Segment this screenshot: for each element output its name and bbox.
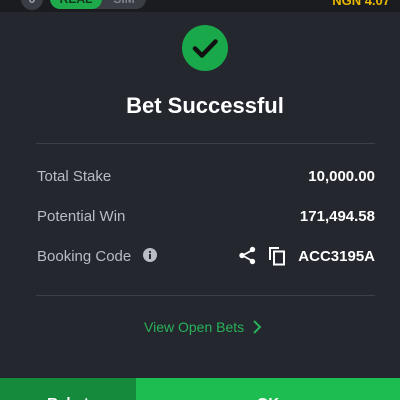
chevron-right-icon xyxy=(253,320,262,334)
bottom-divider xyxy=(36,295,375,296)
rebet-button[interactable]: Rebet xyxy=(0,378,136,400)
mode-real-option[interactable]: REAL xyxy=(50,0,102,9)
share-icon[interactable] xyxy=(238,246,257,265)
booking-code-value[interactable]: ACC3195A xyxy=(298,248,375,265)
mode-sim-option[interactable]: SIM xyxy=(102,0,146,9)
bet-count-badge[interactable]: 0 xyxy=(21,0,43,10)
view-open-bets-link[interactable]: View Open Bets xyxy=(144,319,264,335)
booking-code-label: Booking Code xyxy=(37,248,132,265)
dialog-title: Bet Successful xyxy=(126,93,284,118)
account-balance[interactable]: NGN 4.07 xyxy=(332,0,390,8)
ok-button[interactable]: OK xyxy=(136,378,400,400)
top-bar: 0 REAL SIM NGN 4.07 xyxy=(0,0,400,12)
info-icon[interactable] xyxy=(143,248,157,262)
copy-icon[interactable] xyxy=(268,246,286,266)
total-stake-value: 10,000.00 xyxy=(308,168,375,185)
potential-win-label: Potential Win xyxy=(37,208,126,225)
bottom-action-bar: Rebet OK xyxy=(0,378,400,400)
total-stake-label: Total Stake xyxy=(37,168,112,185)
top-divider xyxy=(36,143,375,144)
potential-win-value: 171,494.58 xyxy=(299,208,375,225)
success-check-icon xyxy=(182,25,228,71)
view-open-bets-label: View Open Bets xyxy=(144,319,245,335)
real-sim-toggle[interactable]: REAL SIM xyxy=(50,0,146,9)
